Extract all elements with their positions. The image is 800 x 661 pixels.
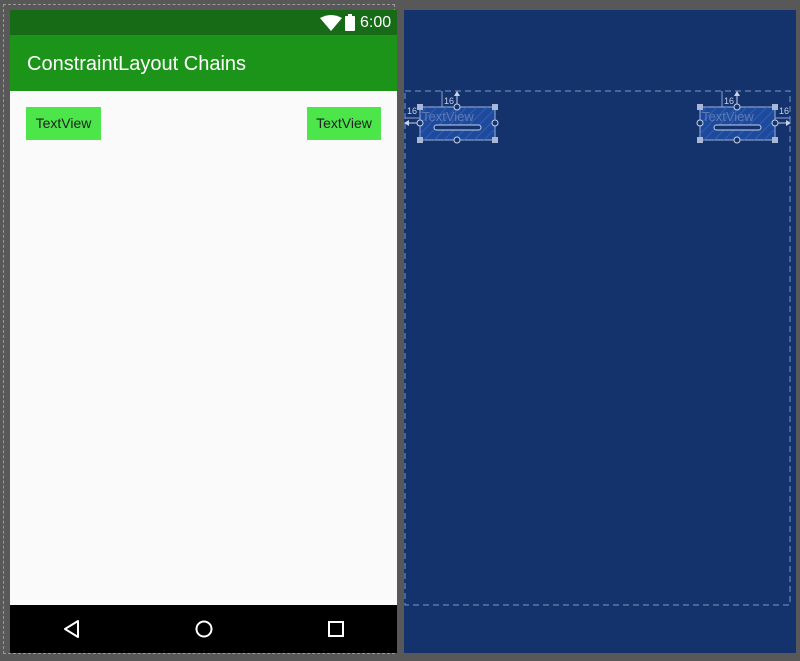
navigation-bar (10, 605, 397, 653)
anchor-left[interactable] (416, 119, 424, 127)
anchor-right[interactable] (491, 119, 499, 127)
blueprint-textview-left-label: TextView (422, 109, 474, 124)
blueprint-textview-right[interactable]: TextView 16 16 (696, 91, 791, 144)
status-clock: 6:00 (360, 14, 392, 31)
status-bar: 6:00 (10, 10, 397, 35)
anchor-left[interactable] (696, 119, 704, 127)
home-icon[interactable] (192, 617, 216, 641)
margin-left-label: 16 (407, 106, 417, 116)
anchor-bottom[interactable] (453, 136, 461, 144)
textview-right[interactable]: TextView (307, 107, 381, 140)
anchor-right[interactable] (771, 119, 779, 127)
blueprint-pane[interactable]: TextView 16 16 TextView 16 16 (404, 10, 796, 653)
design-pane[interactable]: 6:00 ConstraintLayout Chains TextView Te… (10, 10, 397, 653)
anchor-top[interactable] (733, 103, 741, 111)
app-bar: ConstraintLayout Chains (10, 35, 397, 91)
anchor-bottom[interactable] (733, 136, 741, 144)
blueprint-textview-right-label: TextView (702, 109, 754, 124)
textview-left[interactable]: TextView (26, 107, 101, 140)
wifi-icon (320, 15, 342, 31)
baseline-handle[interactable] (713, 124, 762, 131)
back-icon[interactable] (60, 617, 84, 641)
baseline-handle[interactable] (433, 124, 482, 131)
margin-top-label: 16 (724, 96, 734, 106)
blueprint-textview-left[interactable]: TextView 16 16 (404, 91, 499, 144)
blueprint-content-bounds (404, 90, 791, 606)
margin-right-label: 16 (779, 106, 789, 116)
app-title: ConstraintLayout Chains (27, 53, 247, 75)
recents-icon[interactable] (324, 617, 348, 641)
anchor-top[interactable] (453, 103, 461, 111)
battery-icon (345, 14, 355, 31)
layout-content[interactable]: TextView TextView (10, 91, 397, 605)
margin-top-label: 16 (444, 96, 454, 106)
